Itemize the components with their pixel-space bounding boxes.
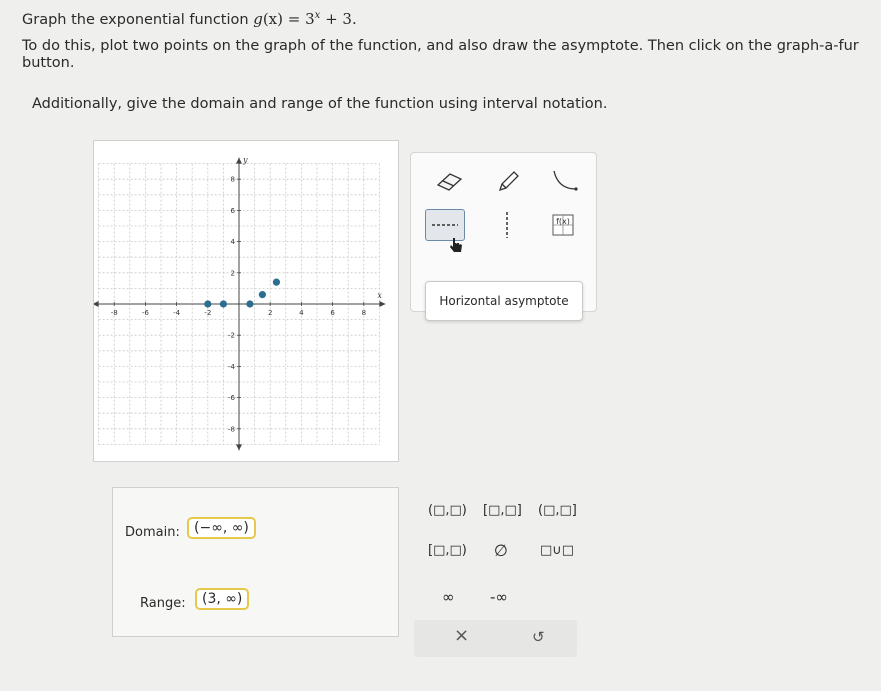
- x-tick-label: 4: [299, 309, 304, 317]
- y-tick-label: 4: [231, 238, 236, 246]
- undo-button[interactable]: ↺: [532, 628, 545, 646]
- x-tick-label: 6: [330, 309, 335, 317]
- y-tick-label: 8: [231, 176, 235, 184]
- y-axis-label: y: [242, 156, 248, 165]
- plotted-point: [246, 300, 254, 308]
- range-input[interactable]: (3, ∞): [195, 588, 250, 610]
- eraser-icon: [436, 173, 463, 191]
- problem-line-3: button.: [22, 55, 75, 71]
- plotted-point: [219, 300, 227, 308]
- range-label: Range:: [140, 596, 186, 611]
- open-closed-interval-button[interactable]: (□,□]: [538, 503, 577, 518]
- y-tick-label: 6: [231, 207, 236, 215]
- graph-panel[interactable]: x y -8 -6 -4 -2 2 4 6 8 8 6 4 2 -2 -4 -6 -8: [93, 140, 399, 462]
- plotted-point: [258, 291, 266, 299]
- plotted-point: [204, 300, 212, 308]
- infinity-button[interactable]: ∞: [442, 588, 455, 606]
- x-axis-arrow-left: [94, 301, 99, 307]
- clear-button[interactable]: ×: [454, 625, 469, 646]
- graph-a-function-tool[interactable]: f(x): [543, 209, 583, 241]
- vertical-dashed-line-icon: [506, 212, 508, 238]
- problem-line-4: Additionally, give the domain and range …: [32, 96, 608, 112]
- y-tick-label: -6: [228, 394, 236, 402]
- x-tick-label: 2: [268, 309, 272, 317]
- y-axis-arrow-up: [236, 157, 242, 164]
- x-axis-arrow-right: [379, 301, 386, 307]
- problem-line-2: To do this, plot two points on the graph…: [22, 38, 859, 54]
- function-expression: g(x) = 3x + 3.: [253, 10, 357, 28]
- dashed-line-icon: [432, 224, 458, 226]
- curve-tool[interactable]: [545, 165, 585, 197]
- pencil-icon: [498, 171, 519, 192]
- x-tick-label: -2: [204, 309, 211, 317]
- empty-set-button[interactable]: ∅: [494, 541, 508, 560]
- domain-input[interactable]: (−∞, ∞): [187, 517, 256, 539]
- x-tick-label: -8: [111, 309, 118, 317]
- problem-intro: Graph the exponential function: [22, 12, 249, 28]
- hand-cursor-icon: [449, 237, 463, 257]
- y-tick-label: -4: [228, 363, 236, 371]
- eraser-tool[interactable]: [429, 165, 469, 197]
- union-button[interactable]: □∪□: [540, 543, 574, 558]
- tool-tooltip: Horizontal asymptote: [425, 281, 583, 321]
- plotted-point: [272, 278, 281, 286]
- x-tick-label: -6: [142, 309, 150, 317]
- curve-icon: [553, 170, 578, 191]
- x-tick-label: -4: [173, 309, 181, 317]
- coordinate-grid[interactable]: x y -8 -6 -4 -2 2 4 6 8 8 6 4 2 -2 -4 -6 -8: [94, 141, 400, 463]
- y-tick-label: -2: [228, 332, 235, 340]
- problem-line-1: Graph the exponential function g(x) = 3x…: [22, 10, 357, 28]
- closed-open-interval-button[interactable]: [□,□): [428, 543, 467, 558]
- open-interval-button[interactable]: (□,□): [428, 503, 467, 518]
- negative-infinity-button[interactable]: -∞: [490, 588, 508, 606]
- tool-panel: f(x) Horizontal asymptote: [410, 152, 597, 321]
- answer-panel: Domain: (−∞, ∞) Range: (3, ∞): [112, 487, 399, 637]
- x-axis-label: x: [377, 291, 382, 300]
- graph-a-function-icon: f(x): [552, 214, 574, 236]
- x-tick-label: 8: [362, 309, 366, 317]
- y-tick-label: 2: [231, 269, 235, 277]
- closed-interval-button[interactable]: [□,□]: [483, 503, 522, 518]
- action-bar: × ↺: [414, 620, 577, 657]
- domain-label: Domain:: [125, 525, 180, 540]
- svg-text:f(x): f(x): [556, 217, 570, 226]
- y-axis-arrow-down: [236, 444, 242, 451]
- pencil-tool[interactable]: [487, 165, 527, 197]
- vertical-dashed-line-tool[interactable]: [487, 209, 527, 241]
- y-tick-label: -8: [228, 425, 235, 433]
